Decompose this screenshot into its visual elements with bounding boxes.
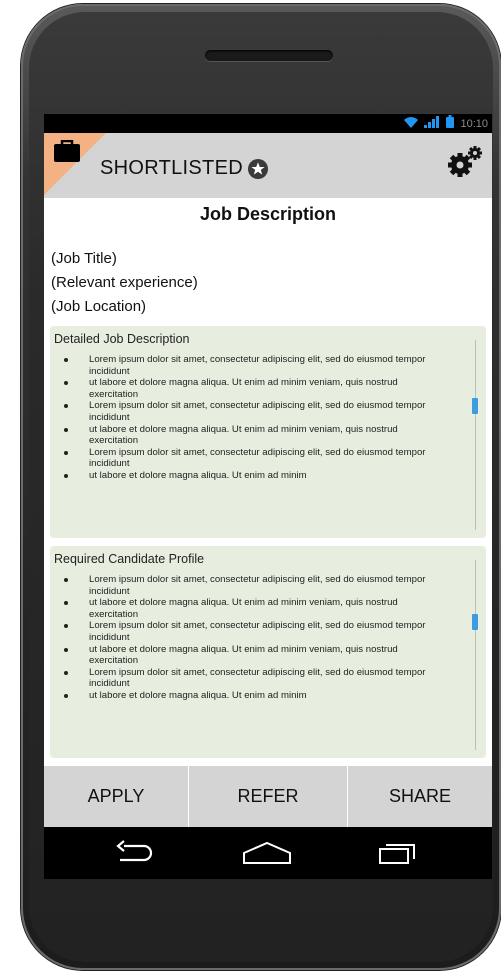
battery-icon bbox=[446, 114, 455, 133]
status-bar: 10:10 bbox=[44, 114, 492, 133]
relevant-experience: (Relevant experience) bbox=[51, 274, 198, 291]
list-item: Lorem ipsum dolor sit amet, consectetur … bbox=[60, 667, 440, 690]
job-title: (Job Title) bbox=[51, 250, 117, 267]
list-item: Lorem ipsum dolor sit amet, consectetur … bbox=[60, 447, 440, 470]
recent-apps-icon[interactable] bbox=[378, 839, 418, 872]
detailed-job-description-panel[interactable]: Detailed Job Description Lorem ipsum dol… bbox=[50, 326, 486, 538]
list-item: ut labore et dolore magna aliqua. Ut eni… bbox=[60, 690, 440, 702]
wifi-icon bbox=[404, 115, 419, 133]
settings-gears-icon[interactable] bbox=[448, 145, 484, 184]
list-item: Lorem ipsum dolor sit amet, consectetur … bbox=[60, 354, 440, 377]
scrollbar-thumb[interactable] bbox=[472, 398, 478, 414]
signal-icon bbox=[424, 115, 440, 133]
back-icon[interactable] bbox=[114, 839, 154, 872]
app-bar: SHORTLISTED bbox=[44, 133, 492, 198]
share-button[interactable]: SHARE bbox=[348, 766, 492, 827]
app-title: SHORTLISTED bbox=[100, 157, 243, 179]
apply-button[interactable]: APPLY bbox=[44, 766, 189, 827]
list-item: Lorem ipsum dolor sit amet, consectetur … bbox=[60, 620, 440, 643]
briefcase-icon[interactable] bbox=[54, 139, 80, 167]
screen: 10:10 SHORTLISTED Job Description (Job T… bbox=[44, 114, 492, 827]
list-item: ut labore et dolore magna aliqua. Ut eni… bbox=[60, 424, 440, 447]
earpiece-speaker bbox=[205, 50, 333, 61]
scrollbar-thumb[interactable] bbox=[472, 614, 478, 630]
required-candidate-profile-panel[interactable]: Required Candidate Profile Lorem ipsum d… bbox=[50, 546, 486, 758]
scrollbar-track[interactable] bbox=[475, 340, 476, 530]
scrollbar-track[interactable] bbox=[475, 560, 476, 750]
panel-title: Detailed Job Description bbox=[54, 332, 190, 346]
list-item: ut labore et dolore magna aliqua. Ut eni… bbox=[60, 470, 440, 482]
bullet-list: Lorem ipsum dolor sit amet, consectetur … bbox=[60, 574, 440, 702]
star-icon[interactable] bbox=[248, 159, 268, 184]
bullet-list: Lorem ipsum dolor sit amet, consectetur … bbox=[60, 354, 440, 482]
list-item: ut labore et dolore magna aliqua. Ut eni… bbox=[60, 597, 440, 620]
refer-button[interactable]: REFER bbox=[189, 766, 348, 827]
system-nav-bar bbox=[44, 827, 492, 879]
list-item: Lorem ipsum dolor sit amet, consectetur … bbox=[60, 400, 440, 423]
job-location: (Job Location) bbox=[51, 298, 147, 315]
page-title: Job Description bbox=[199, 204, 337, 224]
action-bar: APPLY REFER SHARE bbox=[44, 766, 492, 827]
list-item: ut labore et dolore magna aliqua. Ut eni… bbox=[60, 644, 440, 667]
list-item: Lorem ipsum dolor sit amet, consectetur … bbox=[60, 574, 440, 597]
status-time: 10:10 bbox=[460, 117, 488, 130]
panel-title: Required Candidate Profile bbox=[54, 552, 205, 566]
home-icon[interactable] bbox=[242, 839, 292, 872]
list-item: ut labore et dolore magna aliqua. Ut eni… bbox=[60, 377, 440, 400]
